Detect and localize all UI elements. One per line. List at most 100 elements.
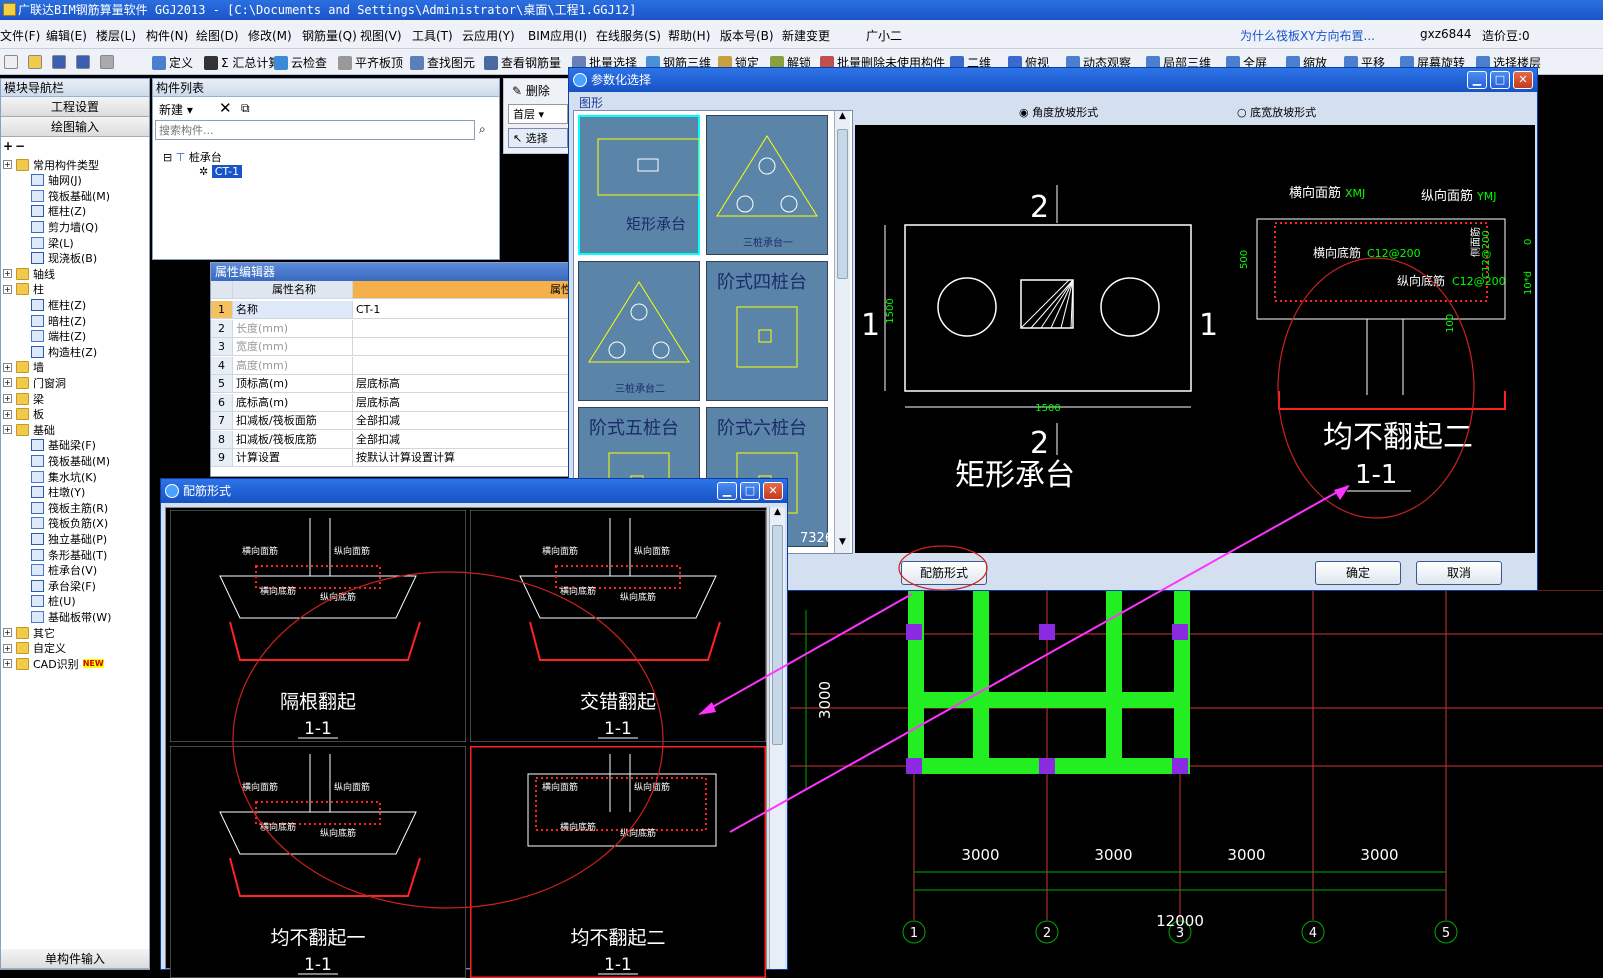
prop-value[interactable]: 层底标高	[353, 375, 573, 393]
nav-tree-item[interactable]: 基础梁(F)	[31, 438, 96, 453]
nav-tree-item[interactable]: 桩承台(V)	[31, 563, 97, 578]
prop-value[interactable]: 层底标高	[353, 393, 573, 412]
nav-tree-folder[interactable]: + 常用构件类型	[3, 157, 99, 172]
menu-item[interactable]: 视图(V)	[360, 27, 402, 44]
tree-root-pile-cap[interactable]: ⊟ ⊤ 桩承台	[163, 149, 222, 165]
nav-tree-folder[interactable]: + 自定义	[3, 641, 66, 656]
rebar-form-option[interactable]: 横向面筋 纵向面筋横向底筋纵向底筋均不翻起二 1-1	[470, 746, 766, 978]
nav-tree-item[interactable]: 暗柱(Z)	[31, 313, 86, 328]
help-link[interactable]: 为什么筏板XY方向布置...	[1240, 27, 1375, 44]
scroll-up-icon[interactable]: ▲	[835, 111, 850, 127]
nav-tree-item[interactable]: 梁(L)	[31, 235, 74, 250]
shape-thumbnail[interactable]: 三桩承台二	[578, 261, 700, 401]
undo-icon[interactable]	[76, 55, 90, 69]
menu-item[interactable]: 新建变更	[782, 27, 830, 44]
search-input[interactable]	[155, 120, 475, 140]
rebar-form-option[interactable]: 横向面筋 纵向面筋横向底筋纵向底筋交错翻起 1-1	[470, 510, 766, 742]
nav-tree-item[interactable]: 筏板基础(M)	[31, 188, 110, 203]
nav-tree-item[interactable]: 构造柱(Z)	[31, 344, 97, 359]
toolbar-item[interactable]: 查看钢筋量	[484, 54, 561, 71]
minimize-button[interactable]: ▁	[717, 482, 737, 500]
rebar-form-option[interactable]: 横向面筋 纵向面筋横向底筋纵向底筋均不翻起一 1-1	[170, 746, 466, 978]
nav-tree-item[interactable]: 集水坑(K)	[31, 469, 97, 484]
nav-tree-item[interactable]: 端柱(Z)	[31, 329, 86, 344]
nav-tree-item[interactable]: 框柱(Z)	[31, 297, 86, 312]
nav-tree-item[interactable]: 承台梁(F)	[31, 578, 96, 593]
radio-width-slope[interactable]: ○ 底宽放坡形式	[1237, 104, 1316, 120]
nav-tree-item[interactable]: 独立基础(P)	[31, 531, 107, 546]
nav-tree-item[interactable]: 剪力墙(Q)	[31, 219, 98, 234]
nav-tree-item[interactable]: 现浇板(B)	[31, 251, 97, 266]
rebar-scrollbar[interactable]: ▲	[769, 507, 785, 969]
close-button[interactable]: ✕	[763, 482, 783, 500]
nav-tree-folder[interactable]: + 基础	[3, 422, 55, 437]
tree-item-ct1[interactable]: ✲ CT-1	[199, 165, 243, 178]
menu-item[interactable]: 工具(T)	[412, 27, 453, 44]
expand-icon[interactable]: +	[3, 378, 12, 388]
expand-all-icon[interactable]: +	[3, 139, 13, 153]
nav-tree-item[interactable]: 筏板负筋(X)	[31, 516, 108, 531]
toolbar-item[interactable]: 查找图元	[410, 54, 475, 71]
toolbar-item[interactable]: 平齐板顶	[338, 54, 403, 71]
nav-tree-folder[interactable]: + 梁	[3, 391, 44, 406]
menu-item[interactable]: 修改(M)	[248, 27, 292, 44]
prop-value[interactable]: 全部扣减	[353, 430, 573, 449]
cost-beans[interactable]: 造价豆:0	[1482, 27, 1530, 44]
nav-tree-item[interactable]: 基础板带(W)	[31, 609, 111, 624]
open-file-icon[interactable]	[28, 55, 42, 69]
menu-item[interactable]: 编辑(E)	[46, 27, 87, 44]
expand-icon[interactable]: +	[3, 643, 12, 653]
close-button[interactable]: ✕	[1513, 71, 1533, 89]
menu-item[interactable]: BIM应用(I)	[528, 27, 587, 44]
prop-value[interactable]: 按默认计算设置计算	[353, 449, 573, 467]
menu-item[interactable]: 楼层(L)	[96, 27, 136, 44]
menu-item[interactable]: 云应用(Y)	[462, 27, 515, 44]
menu-item[interactable]: 构件(N)	[146, 27, 188, 44]
ok-button[interactable]: 确定	[1315, 561, 1401, 585]
search-icon[interactable]: ⌕	[479, 122, 486, 137]
nav-tree-item[interactable]: 条形基础(T)	[31, 547, 107, 562]
rebar-form-button[interactable]: 配筋形式	[901, 561, 987, 585]
nav-tree-item[interactable]: 框柱(Z)	[31, 204, 86, 219]
cad-drawing-canvas[interactable]: 1 2 3 4 53000 3000 3000 3000120003000	[790, 590, 1603, 970]
shape-thumbnail[interactable]: 三桩承台一	[706, 115, 828, 255]
minimize-button[interactable]: ▁	[1467, 71, 1487, 89]
toolbar-item[interactable]: 定义	[152, 54, 193, 71]
nav-tree-folder[interactable]: + 柱	[3, 282, 44, 297]
nav-tree-item[interactable]: 筏板主筋(R)	[31, 500, 108, 515]
rebar-form-option[interactable]: 横向面筋 纵向面筋横向底筋纵向底筋隔根翻起 1-1	[170, 510, 466, 742]
nav-tree-folder[interactable]: + 门窗洞	[3, 375, 66, 390]
project-settings-button[interactable]: 工程设置	[1, 97, 149, 117]
single-component-input-button[interactable]: 单构件输入	[1, 949, 149, 969]
prop-value[interactable]	[353, 319, 573, 338]
new-component-button[interactable]: 新建 ▾	[159, 101, 193, 118]
thumb-scrollbar[interactable]: ▲ ▼	[834, 111, 850, 553]
prop-value[interactable]: 全部扣减	[353, 412, 573, 430]
expand-icon[interactable]: +	[3, 659, 12, 669]
expand-icon[interactable]: +	[3, 425, 12, 435]
menu-item[interactable]: 绘图(D)	[196, 27, 239, 44]
menu-item[interactable]: 帮助(H)	[668, 27, 710, 44]
user-name[interactable]: gxz6844	[1420, 27, 1472, 41]
scroll-down-icon[interactable]: ▼	[835, 537, 850, 553]
delete-button[interactable]: ✎ 删除	[504, 79, 572, 102]
floor-select[interactable]: 首层 ▾	[508, 104, 568, 124]
nav-tree-item[interactable]: 筏板基础(M)	[31, 453, 110, 468]
shape-thumbnail[interactable]: 阶式四桩台	[706, 261, 828, 401]
menu-item[interactable]: 在线服务(S)	[596, 27, 661, 44]
expand-icon[interactable]: +	[3, 362, 12, 372]
expand-icon[interactable]: +	[3, 394, 12, 403]
menu-item[interactable]: 版本号(B)	[720, 27, 774, 44]
scroll-thumb[interactable]	[772, 525, 783, 745]
drawing-input-button[interactable]: 绘图输入	[1, 117, 149, 137]
nav-tree-item[interactable]: 柱墩(Y)	[31, 485, 85, 500]
radio-angle-slope[interactable]: ◉ 角度放坡形式	[1019, 104, 1098, 120]
cancel-button[interactable]: 取消	[1416, 561, 1502, 585]
expand-icon[interactable]: +	[3, 160, 12, 169]
prop-value[interactable]: CT-1	[353, 301, 573, 319]
toolbar-item[interactable]: Σ 汇总计算	[204, 54, 280, 71]
delete-x-icon[interactable]: ✕	[219, 99, 232, 117]
prop-value[interactable]	[353, 356, 573, 375]
nav-tree-item[interactable]: 轴网(J)	[31, 173, 82, 188]
save-icon[interactable]	[52, 55, 66, 69]
